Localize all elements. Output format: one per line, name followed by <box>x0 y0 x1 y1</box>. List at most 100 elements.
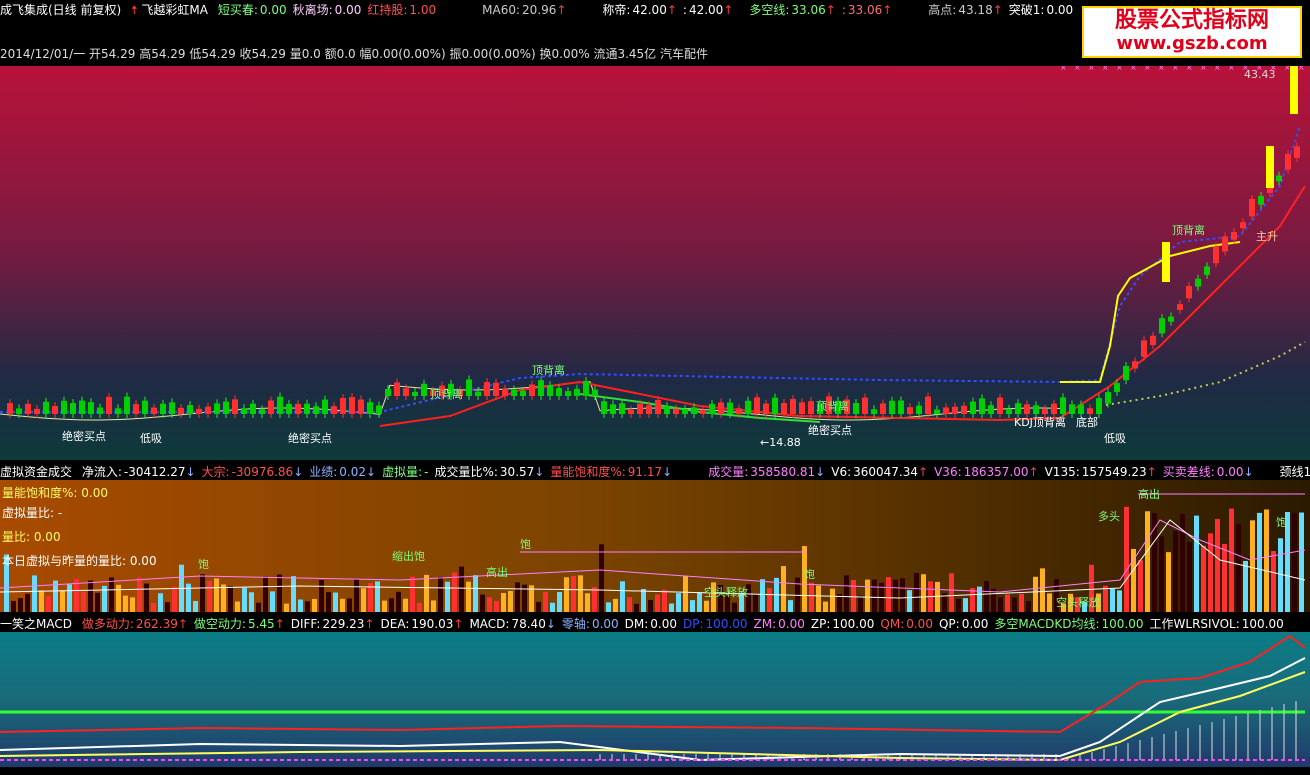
volume-bar <box>1005 594 1010 612</box>
volume-bar <box>214 578 219 612</box>
volume-bar <box>354 579 359 612</box>
volume-bar <box>844 575 849 612</box>
volume-bar <box>914 572 919 612</box>
volume-value: -30976.86 <box>231 465 294 479</box>
candle-body <box>160 403 166 414</box>
candle-body <box>1150 335 1156 346</box>
volume-bar <box>228 586 233 612</box>
volume-bar <box>242 587 247 612</box>
macd-item: DP: 100.00 <box>683 617 748 631</box>
volume-bar <box>1103 585 1108 612</box>
volume-bar <box>1187 542 1192 612</box>
volume-label: V135: <box>1044 465 1080 479</box>
volume-bar <box>648 599 653 612</box>
volume-bar <box>508 590 513 612</box>
macd-chart-panel[interactable] <box>0 632 1310 767</box>
candle-body <box>115 408 121 414</box>
volume-value: 91.17 <box>627 465 663 479</box>
candle-body <box>1285 154 1291 170</box>
down-arrow-icon: ↓ <box>293 465 304 479</box>
volume-bar <box>830 588 835 612</box>
volume-bar <box>67 584 72 612</box>
volume-sub-item: 量比: 0.00 <box>2 528 61 545</box>
macd-value: 0.00 <box>961 617 989 631</box>
volume-bar <box>361 588 366 612</box>
volume-bar <box>39 590 44 612</box>
volume-bar <box>753 593 758 612</box>
volume-bar <box>1250 520 1255 612</box>
volume-value: 157549.23 <box>1081 465 1147 479</box>
candle-body <box>214 403 220 414</box>
volume-bar <box>396 591 401 612</box>
volume-bar <box>417 602 422 612</box>
red-ma-line <box>379 185 1306 427</box>
volume-bar <box>480 594 485 612</box>
candle-body <box>727 402 733 414</box>
header-item: :33.06↑ <box>842 3 892 17</box>
macd-value: 0.00 <box>591 617 619 631</box>
candle-body <box>385 388 391 396</box>
volume-bar <box>963 598 968 612</box>
volume-bar <box>571 575 576 612</box>
price-tag: 顶背离 <box>1172 224 1205 237</box>
up-arrow-icon: ↑ <box>882 3 893 17</box>
volume-ma-line <box>0 519 1306 593</box>
volume-bar <box>32 575 37 612</box>
volume-label: 颈线1: <box>1279 465 1310 479</box>
macd-item: ZM: 0.00 <box>754 617 805 631</box>
candle-body <box>1240 222 1246 229</box>
macd-item: DIFF: 229.23↑ <box>291 617 375 631</box>
header-label: 高点: <box>928 3 957 17</box>
up-arrow-icon: ↑ <box>1028 465 1039 479</box>
macd-item: 做多动力: 262.39↑ <box>82 617 188 631</box>
macd-item: 多空MACDKD均线: 100.00 <box>994 617 1143 631</box>
indicator-name[interactable]: 飞越彩虹MA <box>141 3 208 17</box>
volume-bar <box>11 600 16 612</box>
red-arrow-icon: 🠅 <box>131 3 138 17</box>
volume-bar <box>515 582 520 612</box>
volume-bar <box>1110 588 1115 612</box>
candle-body <box>619 403 625 414</box>
price-tag: 绝密买点 <box>62 430 106 443</box>
header-item: 红持股: 1.00 <box>367 3 436 17</box>
macd-value: 5.45 <box>247 617 275 631</box>
header-item: 突破1: 0.00 <box>1009 3 1073 17</box>
volume-indicator-name[interactable]: 虚拟资金成交 <box>0 465 72 479</box>
volume-bar <box>459 566 464 612</box>
candle-body <box>691 407 697 414</box>
volume-bar <box>823 601 828 612</box>
candle-body <box>16 408 22 414</box>
volume-label: 业绩: <box>309 465 338 479</box>
volume-bar <box>550 602 555 612</box>
volume-label: 成交量比%: <box>434 465 498 479</box>
up-arrow-icon: ↑ <box>723 3 734 17</box>
price-chart-panel[interactable]: × × × × × × × × × × × × × × × × × × 43.43 ←14.88 顶背离 顶背离 顶背… <box>0 66 1310 460</box>
price-tag: 低吸 <box>140 432 162 445</box>
macd-label: DP: <box>683 617 704 631</box>
candle-body <box>745 400 751 414</box>
stock-title[interactable]: 成飞集成(日线 前复权) <box>0 3 121 17</box>
candle-body <box>754 397 760 414</box>
candle-body <box>1168 316 1174 322</box>
candle-body <box>412 391 418 396</box>
volume-item: V36: 186357.00↑ <box>934 465 1039 479</box>
volume-bar <box>270 591 275 612</box>
volume-bar <box>634 603 639 612</box>
volume-tag: 饱 <box>804 568 815 581</box>
macd-label: 做空动力: <box>193 617 246 631</box>
macd-label: DIFF: <box>290 617 321 631</box>
volume-bar <box>641 588 646 612</box>
volume-chart-panel[interactable]: 量能饱和度%: 0.00 虚拟量比: - 量比: 0.00 本日虚拟与昨量的量比: 0… <box>0 480 1310 612</box>
volume-value: 0.00 <box>1216 465 1244 479</box>
volume-value: - <box>424 465 429 479</box>
candle-body <box>340 397 346 414</box>
volume-item: V6: 360047.34↑ <box>831 465 928 479</box>
macd-indicator-name[interactable]: 一笑之MACD <box>0 617 72 631</box>
top-marker: × <box>1116 66 1123 72</box>
volume-bar <box>221 584 226 612</box>
candle-body <box>376 405 382 414</box>
candle-body <box>1060 397 1066 414</box>
candle-body <box>916 405 922 414</box>
volume-bar <box>704 600 709 612</box>
volume-values: 净流入: -30412.27↓ 大宗: -30976.86↓ 业绩: 0.02↓ 虚拟量: -… <box>82 465 1310 479</box>
